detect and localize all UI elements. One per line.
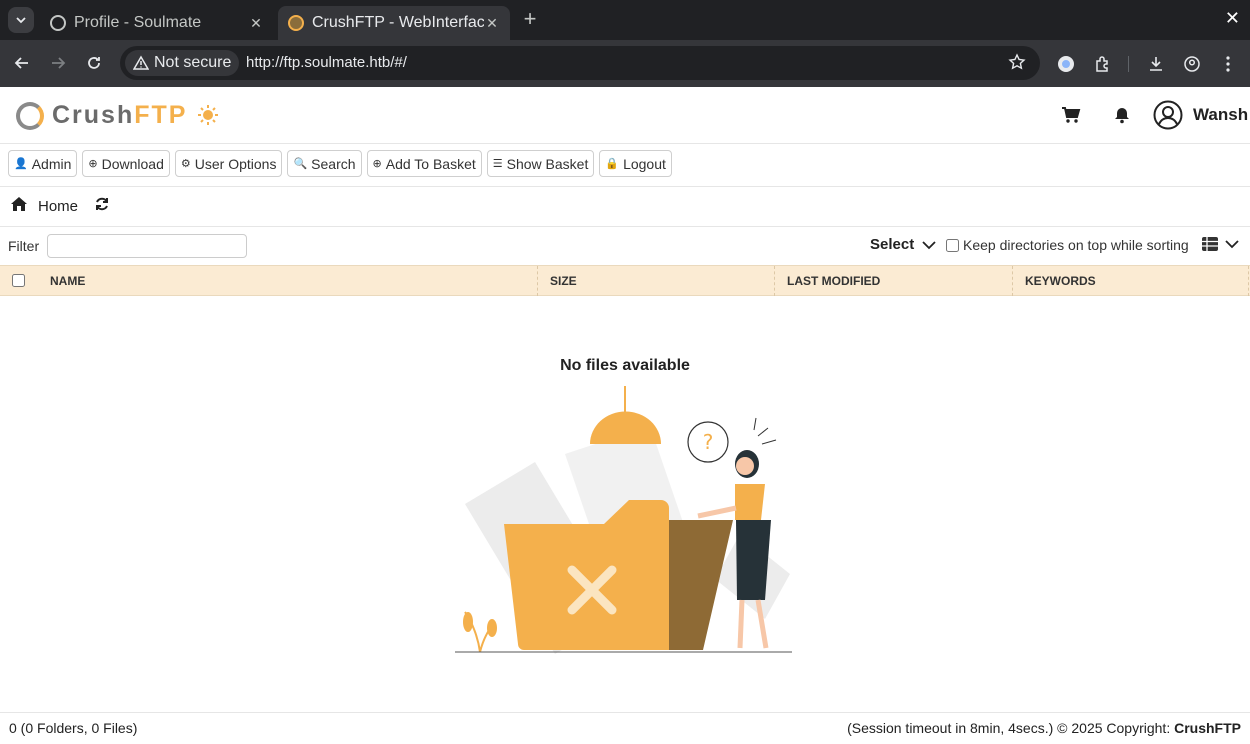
column-name[interactable]: NAME (50, 274, 85, 288)
search-button[interactable]: 🔍 Search (287, 150, 362, 177)
theme-toggle-sun-icon[interactable] (197, 104, 219, 131)
download-button[interactable]: ⊕ Download (82, 150, 170, 177)
column-divider[interactable] (774, 266, 775, 296)
breadcrumb: Home (10, 196, 110, 216)
plus-circle-icon: ⊕ (372, 158, 382, 170)
close-tab-icon[interactable]: ✕ (248, 15, 264, 32)
empty-state-message: No files available (560, 357, 690, 374)
crushftp-logo[interactable]: CrushFTP (16, 101, 187, 130)
gear-icon: ⚙ (180, 158, 191, 170)
arrow-left-icon (14, 57, 28, 69)
url-text[interactable]: http://ftp.soulmate.htb/#/ (246, 54, 407, 71)
table-view-icon (1202, 237, 1218, 251)
empty-folder-illustration: ? (440, 384, 820, 661)
crushftp-favicon-icon (288, 15, 304, 31)
keep-directories-toggle[interactable]: Keep directories on top while sorting (946, 237, 1189, 253)
cart-icon[interactable] (1061, 106, 1081, 129)
chevron-down-icon (16, 17, 26, 24)
tab-crushftp[interactable]: CrushFTP - WebInterface ✕ (278, 6, 510, 40)
file-table-header: NAME SIZE LAST MODIFIED KEYWORDS (0, 265, 1250, 296)
browser-tab-bar: Profile - Soulmate ✕ CrushFTP - WebInter… (0, 0, 1250, 40)
session-info: (Session timeout in 8min, 4secs.) © 2025… (847, 720, 1241, 736)
bell-icon[interactable] (1114, 106, 1130, 129)
item-count: 0 (0 Folders, 0 Files) (9, 720, 138, 736)
download-icon: ⊕ (88, 158, 98, 170)
filter-input[interactable] (47, 234, 247, 258)
action-toolbar: 👤 Admin ⊕ Download ⚙ User Options 🔍 Search ⊕… (8, 150, 672, 177)
reload-button[interactable] (82, 51, 106, 75)
footer-brand: CrushFTP (1174, 720, 1241, 736)
app-header: CrushFTP Wansh (0, 87, 1250, 144)
downloads-icon[interactable] (1145, 53, 1167, 75)
user-menu[interactable]: Wansh (1153, 100, 1248, 130)
user-circle-icon (1153, 100, 1183, 130)
more-menu-icon[interactable] (1217, 53, 1239, 75)
extension-circle-icon[interactable] (1055, 53, 1077, 75)
chevron-down-icon (1225, 240, 1239, 249)
warning-icon (133, 55, 149, 70)
column-divider (1248, 266, 1249, 296)
logo-ring-icon (16, 101, 44, 130)
breadcrumb-home[interactable]: Home (38, 198, 78, 215)
filter-label: Filter (8, 238, 40, 254)
refresh-icon[interactable] (94, 196, 110, 216)
close-tab-icon[interactable]: ✕ (484, 15, 500, 32)
username: Wansh (1193, 105, 1249, 124)
logout-button[interactable]: 🔒 Logout (599, 150, 672, 177)
keep-directories-checkbox[interactable] (946, 238, 959, 252)
column-divider[interactable] (537, 266, 538, 296)
search-icon: 🔍 (293, 158, 308, 170)
select-dropdown[interactable]: Select (870, 236, 936, 253)
add-to-basket-button[interactable]: ⊕ Add To Basket (366, 150, 482, 177)
column-divider[interactable] (1012, 266, 1013, 296)
divider (0, 226, 1250, 227)
forward-button[interactable] (46, 51, 70, 75)
column-size[interactable]: SIZE (550, 274, 577, 288)
divider (0, 186, 1250, 187)
browser-toolbar: Not secure http://ftp.soulmate.htb/#/ (0, 40, 1250, 87)
home-icon[interactable] (10, 196, 28, 216)
window-close-icon[interactable]: ✕ (1225, 8, 1240, 29)
extensions-puzzle-icon[interactable] (1092, 53, 1114, 75)
chevron-down-icon (922, 240, 936, 249)
tab-profile[interactable]: Profile - Soulmate ✕ (40, 6, 274, 40)
user-options-button[interactable]: ⚙ User Options (174, 150, 283, 177)
new-tab-button[interactable]: + (518, 8, 542, 32)
svg-text:?: ? (703, 430, 714, 454)
lock-icon: 🔒 (605, 158, 620, 170)
arrow-right-icon (52, 57, 66, 69)
admin-button[interactable]: 👤 Admin (8, 150, 78, 177)
security-indicator[interactable]: Not secure (125, 50, 240, 76)
reload-icon (88, 57, 100, 69)
back-button[interactable] (10, 51, 34, 75)
bookmark-star-icon[interactable] (1008, 53, 1026, 76)
status-footer: 0 (0 Folders, 0 Files) (Session timeout … (0, 712, 1250, 744)
view-mode-dropdown[interactable] (1201, 236, 1239, 252)
show-basket-button[interactable]: ☰ Show Basket (486, 150, 595, 177)
user-icon: 👤 (14, 158, 28, 170)
column-last-modified[interactable]: LAST MODIFIED (787, 274, 880, 288)
tab-search-button[interactable] (8, 7, 34, 33)
address-bar[interactable]: Not secure http://ftp.soulmate.htb/#/ (120, 46, 1040, 80)
column-keywords[interactable]: KEYWORDS (1025, 274, 1096, 288)
profile-icon[interactable] (1181, 53, 1203, 75)
select-all-checkbox[interactable] (12, 274, 25, 287)
globe-icon (50, 15, 66, 31)
toolbar-divider (1128, 56, 1129, 72)
list-icon: ☰ (492, 158, 503, 170)
